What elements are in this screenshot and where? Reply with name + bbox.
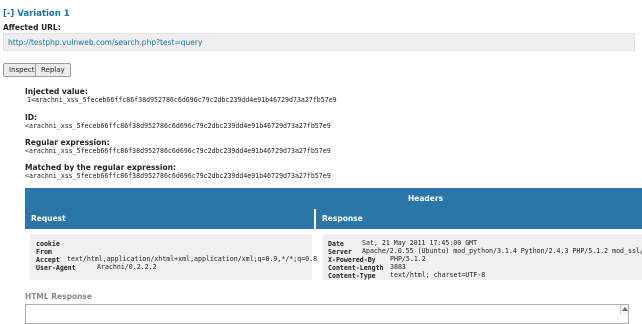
matched-value: <arachni_xss_5feceb66ffc86f38d952786c6d6… xyxy=(25,172,331,180)
scroll-up-arrow-icon[interactable] xyxy=(620,305,628,314)
response-title: Response xyxy=(322,214,363,223)
response-headers-panel: Date Sat, 21 May 2011 17:45:00 GMT Serve… xyxy=(323,234,642,280)
id-value: <arachni_xss_5feceb66ffc86f38d952786c6d6… xyxy=(25,122,331,130)
request-title: Request xyxy=(31,214,66,223)
headers-title-bar: Headers xyxy=(25,188,642,209)
affected-url-link[interactable]: http://testphp.vulnweb.com/search.php?te… xyxy=(8,38,202,47)
request-header-row: User-Agent Arachni/0.2.2.2 xyxy=(36,263,157,272)
request-header-bar: Request xyxy=(25,209,314,229)
response-header-row: Content-Type text/html; charset=UTF-8 xyxy=(328,271,485,280)
request-headers-panel: cookie From Accept text/html,application… xyxy=(30,234,317,280)
affected-url-label: Affected URL: xyxy=(3,23,61,32)
html-response-frame[interactable] xyxy=(25,304,629,324)
request-header-value: Arachni/0.2.2.2 xyxy=(97,263,157,271)
id-label: ID: xyxy=(25,113,38,122)
injected-value: 1<arachni_xss_5feceb66ffc86f38d952786c6d… xyxy=(27,96,337,104)
headers-title: Headers xyxy=(408,194,444,203)
request-header-key: User-Agent xyxy=(36,264,76,272)
response-header-value: PHP/5.1.2 xyxy=(390,255,426,263)
request-header-value: text/html,application/xhtml+xml,applicat… xyxy=(67,255,318,263)
response-header-key: Content-Type xyxy=(328,272,376,280)
response-header-value: Apache/2.0.55 (Ubuntu) mod_python/3.1.4 … xyxy=(362,247,642,255)
replay-button[interactable]: Replay xyxy=(35,63,71,77)
response-header-value: text/html; charset=UTF-8 xyxy=(390,271,486,279)
response-header-bar: Response xyxy=(316,209,642,229)
html-response-title: HTML Response xyxy=(25,292,92,301)
regex-value: <arachni_xss_5feceb66ffc86f38d952786c6d6… xyxy=(25,147,331,155)
matched-label: Matched by the regular expression: xyxy=(25,163,176,172)
injected-value-label: Injected value: xyxy=(25,87,88,96)
response-header-value: 3883 xyxy=(390,263,406,271)
regex-label: Regular expression: xyxy=(25,138,110,147)
variation-toggle[interactable]: [-] Variation 1 xyxy=(3,9,70,19)
response-header-value: Sat, 21 May 2011 17:45:00 GMT xyxy=(362,239,478,247)
